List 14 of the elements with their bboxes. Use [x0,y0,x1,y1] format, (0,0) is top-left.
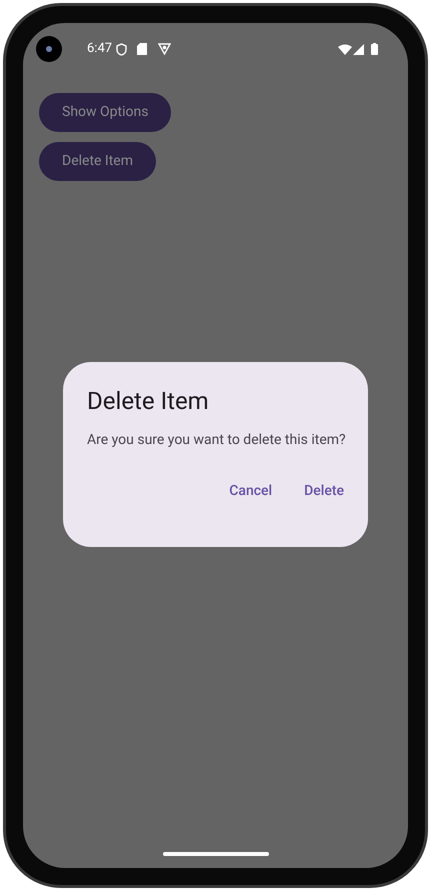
dialog-title: Delete Item [87,386,210,416]
wifi-icon [338,44,352,54]
camera-icon [36,36,62,62]
shield-icon [116,42,128,56]
status-time: 6:47 [87,40,112,58]
signal-icon [353,44,364,54]
sd-card-icon [137,43,148,55]
dialog-action-button[interactable]: Delete [292,471,356,511]
app-button[interactable]: Show Options [39,93,172,132]
dialog-message: Are you sure you want to delete this item? [87,431,344,450]
dialog-action-button[interactable]: Cancel [217,471,284,511]
app-button[interactable]: Delete Item [39,142,156,181]
battery-icon [371,43,378,55]
vpn-icon [158,43,172,55]
